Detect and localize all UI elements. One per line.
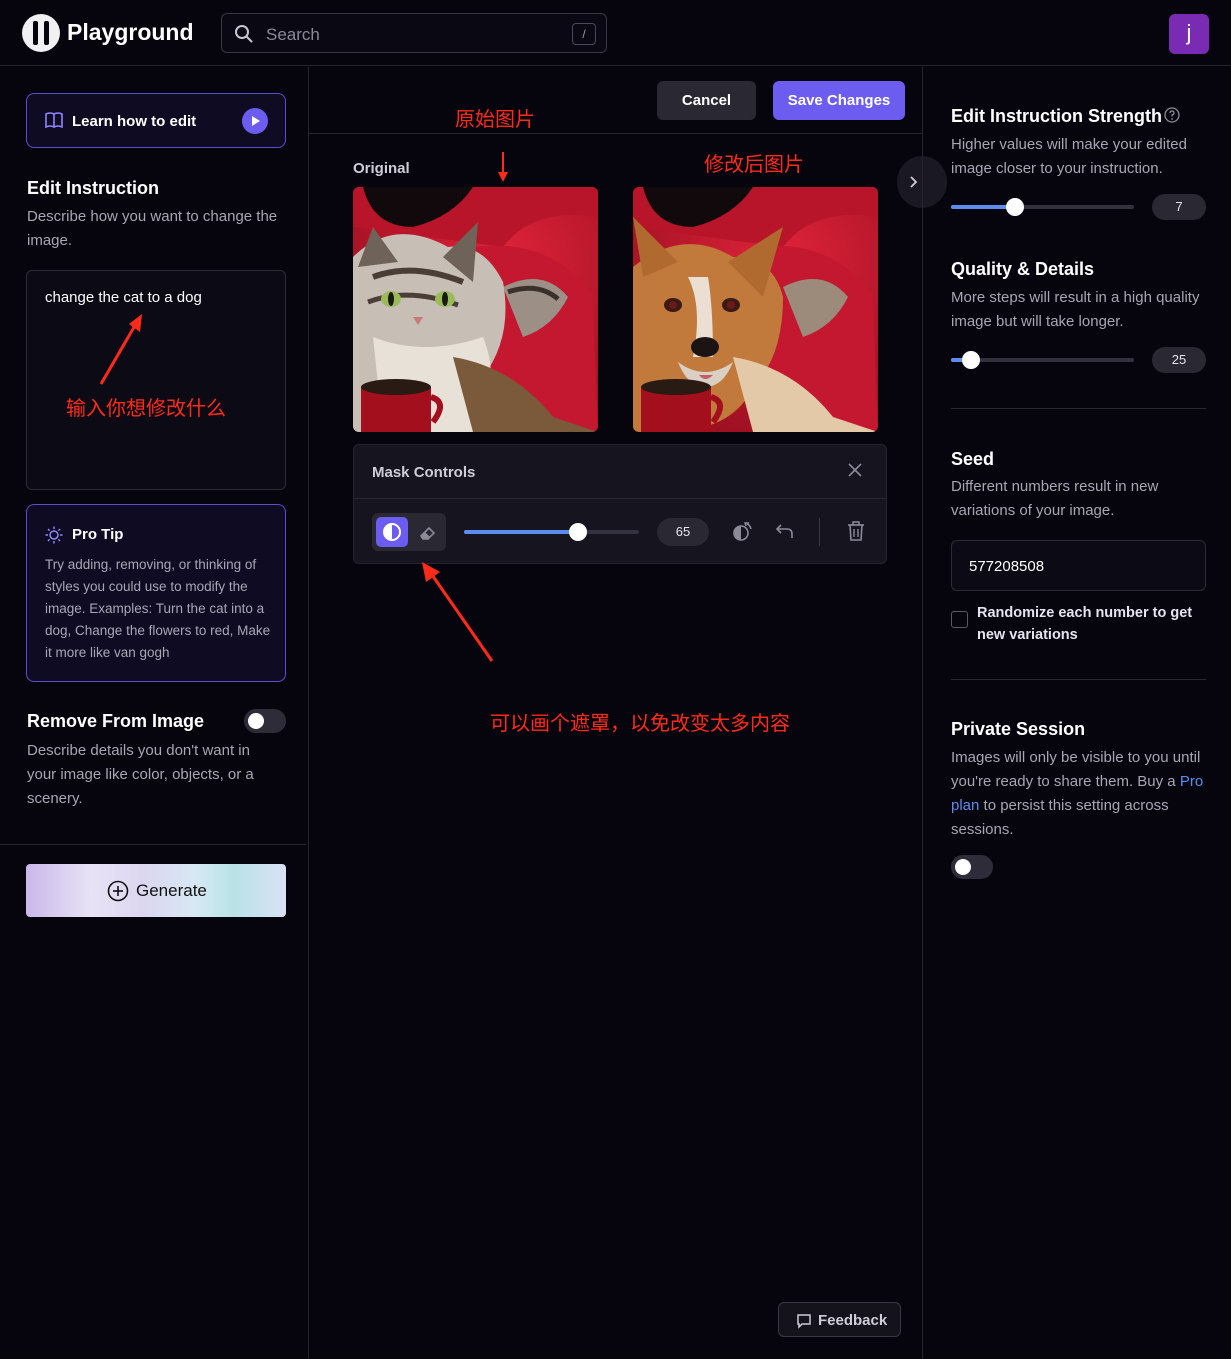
feedback-label: Feedback	[818, 1312, 888, 1329]
quality-slider[interactable]	[951, 351, 1134, 369]
strength-value[interactable]: 7	[1152, 194, 1206, 220]
brush-size-value[interactable]: 65	[657, 518, 709, 546]
annotation-original-image: 原始图片	[455, 107, 535, 131]
quality-handle[interactable]	[962, 351, 980, 369]
seed-input[interactable]: 577208508	[951, 540, 1206, 591]
randomize-label[interactable]: Randomize each number to get new variati…	[977, 602, 1212, 646]
brush-size-fill	[464, 530, 578, 534]
pro-tip-title: Pro Tip	[72, 526, 124, 543]
brand-name[interactable]: Playground	[67, 19, 194, 46]
arrow-icon	[498, 152, 508, 182]
undo-icon[interactable]	[774, 520, 796, 542]
annotation-edited-image: 修改后图片	[704, 152, 804, 176]
learn-label: Learn how to edit	[72, 113, 197, 130]
brush-size-slider[interactable]	[464, 523, 639, 541]
remove-from-image-desc: Describe details you don't want in your …	[27, 742, 254, 807]
private-session-title: Private Session	[951, 719, 1086, 739]
strength-title: Edit Instruction Strength	[951, 106, 1162, 126]
randomize-checkbox[interactable]	[951, 611, 968, 628]
eraser-icon	[419, 526, 436, 540]
edit-instruction-textarea[interactable]: change the cat to a dog	[26, 270, 286, 490]
edit-instruction-value: change the cat to a dog	[45, 289, 202, 306]
top-header: Playground Search / j	[0, 0, 1231, 66]
playground-logo-icon[interactable]	[22, 14, 60, 52]
remove-from-image-title: Remove From Image	[27, 711, 205, 731]
edit-instruction-desc: Describe how you want to change the imag…	[27, 208, 278, 249]
lightbulb-icon	[45, 526, 63, 544]
edit-instruction-title: Edit Instruction	[27, 178, 159, 198]
search-shortcut-key: /	[572, 23, 596, 45]
contrast-icon	[383, 523, 401, 541]
remove-from-image-toggle[interactable]	[244, 709, 286, 733]
mask-tool-group	[372, 513, 446, 551]
seed-desc: Different numbers result in new variatio…	[951, 478, 1159, 519]
divider	[0, 844, 306, 845]
private-desc-text: Images will only be visible to you until…	[951, 749, 1201, 790]
feedback-button[interactable]: Feedback	[778, 1302, 901, 1337]
quality-desc: More steps will result in a high quality…	[951, 289, 1200, 330]
annotation-mask-hint: 可以画个遮罩，以免改变太多内容	[490, 711, 790, 735]
eraser-button[interactable]	[412, 517, 442, 547]
strength-desc: Higher values will make your edited imag…	[951, 136, 1187, 177]
brush-size-handle[interactable]	[569, 523, 587, 541]
search-placeholder: Search	[266, 25, 320, 44]
right-panel: Edit Instruction Strength Higher values …	[922, 67, 1231, 1359]
chevron-right-icon	[910, 176, 918, 188]
learn-how-to-edit-button[interactable]: Learn how to edit	[26, 93, 286, 148]
generate-label: Generate	[136, 881, 207, 900]
seed-title: Seed	[951, 449, 995, 469]
book-icon	[45, 112, 63, 128]
divider	[951, 408, 1206, 409]
plus-circle-icon	[107, 880, 129, 902]
private-session-toggle[interactable]	[951, 855, 993, 879]
close-icon[interactable]	[848, 463, 862, 477]
mask-controls-panel: Mask Controls 65	[353, 444, 887, 564]
quality-title: Quality & Details	[951, 259, 1095, 279]
pro-tip-card: Pro Tip Try adding, removing, or thinkin…	[26, 504, 286, 682]
arrow-icon	[422, 562, 494, 662]
invert-mask-icon[interactable]	[730, 520, 754, 544]
annotation-input-hint: 输入你想修改什么	[66, 396, 226, 420]
divider	[951, 679, 1206, 680]
pro-tip-body: Try adding, removing, or thinking of sty…	[45, 557, 271, 660]
user-avatar[interactable]: j	[1169, 14, 1209, 54]
quality-value[interactable]: 25	[1152, 347, 1206, 373]
left-panel: Learn how to edit Edit Instruction Descr…	[0, 67, 309, 1359]
mask-controls-title: Mask Controls	[372, 464, 476, 481]
private-desc-text-end: to persist this setting across sessions.	[951, 797, 1169, 838]
private-session-desc: Images will only be visible to you until…	[951, 746, 1211, 842]
divider	[819, 518, 820, 546]
edited-image	[633, 187, 878, 432]
cancel-button[interactable]: Cancel	[657, 81, 756, 120]
help-icon[interactable]	[1164, 107, 1180, 123]
play-icon	[242, 108, 268, 134]
chat-bubble-icon	[797, 1314, 811, 1329]
strength-handle[interactable]	[1006, 198, 1024, 216]
arrow-icon	[99, 314, 142, 385]
original-image	[353, 187, 598, 432]
generate-button[interactable]: Generate	[26, 864, 286, 917]
mask-brush-button[interactable]	[376, 517, 408, 547]
search-input[interactable]: Search /	[221, 13, 607, 53]
save-changes-button[interactable]: Save Changes	[773, 81, 905, 120]
seed-value: 577208508	[969, 558, 1045, 575]
strength-slider[interactable]	[951, 198, 1134, 216]
original-label: Original	[353, 160, 410, 177]
search-icon	[235, 25, 253, 43]
trash-icon[interactable]	[846, 520, 866, 542]
